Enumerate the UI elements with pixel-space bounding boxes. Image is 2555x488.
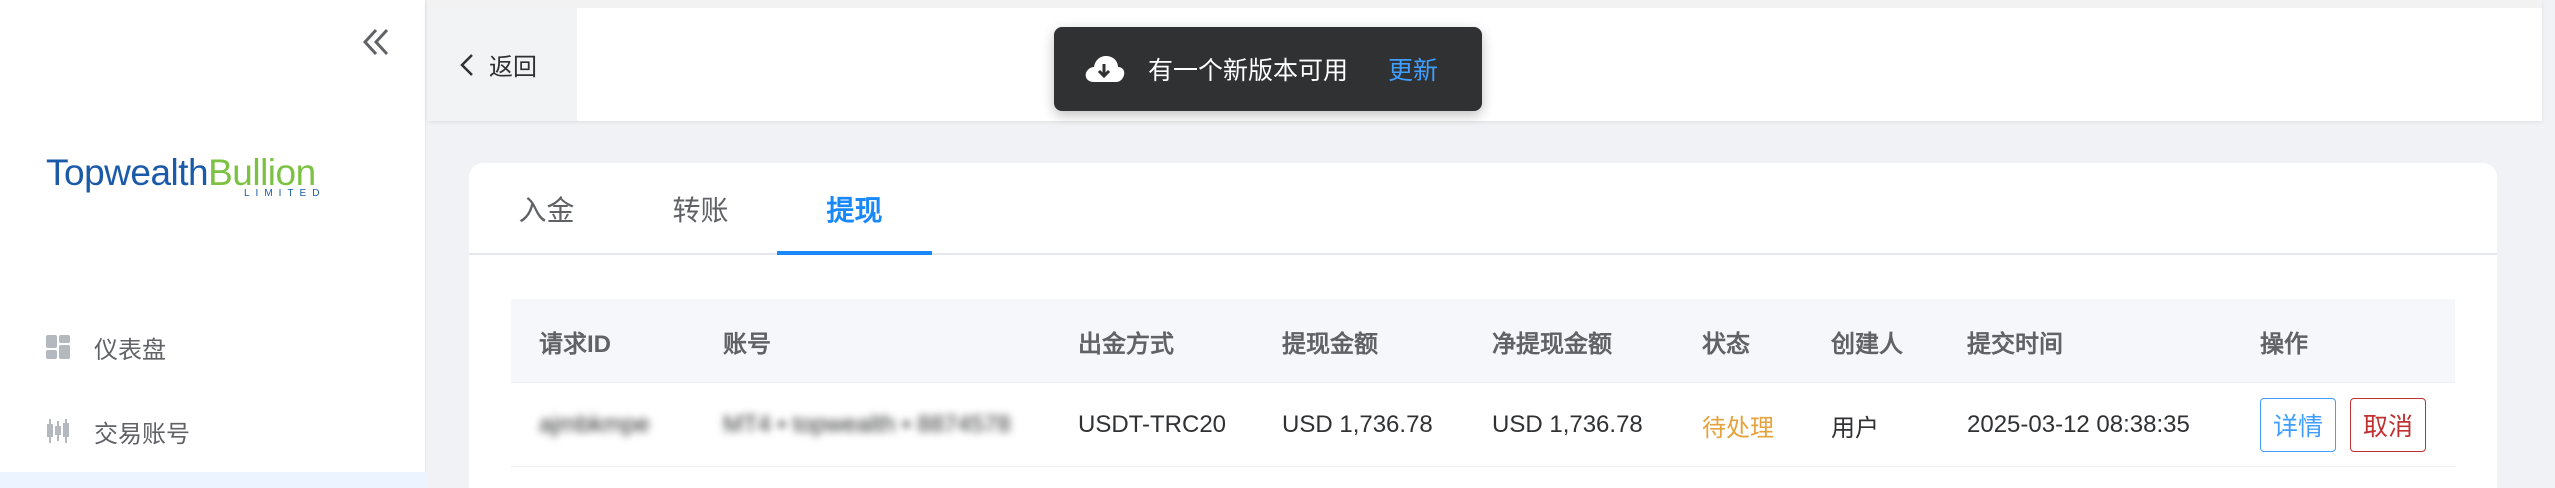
sidebar-item-active-partial[interactable] xyxy=(0,472,426,488)
column-header: 操作 xyxy=(2260,330,2308,358)
top-bar: 返回 xyxy=(427,0,2542,121)
status-badge: 待处理 xyxy=(1702,414,1774,442)
double-chevron-left-icon xyxy=(362,28,389,56)
brand-logo: TopwealthBullion LIMITED xyxy=(46,152,346,212)
amount-cell: USD 1,736.78 xyxy=(1282,411,1433,438)
cancel-button[interactable]: 取消 xyxy=(2350,398,2427,452)
candlestick-icon xyxy=(47,419,69,443)
back-label: 返回 xyxy=(489,54,537,81)
tab-deposit[interactable]: 入金 xyxy=(469,163,624,255)
column-header: 出金方式 xyxy=(1078,330,1174,358)
logo-text-bullion: Bullion xyxy=(208,152,316,193)
sidebar: TopwealthBullion LIMITED 仪表盘 交易账号 xyxy=(0,0,426,488)
logo-subtitle: LIMITED xyxy=(244,188,326,199)
collapse-sidebar-button[interactable] xyxy=(356,22,396,62)
column-header: 状态 xyxy=(1702,330,1750,358)
sidebar-item-trading-accounts[interactable]: 交易账号 xyxy=(0,395,426,467)
back-button[interactable]: 返回 xyxy=(427,8,577,121)
withdrawal-table: 请求ID 账号 出金方式 提现金额 净提现金额 状态 创建人 提交时间 操作 a… xyxy=(511,299,2455,467)
update-available-toast: 有一个新版本可用 更新 xyxy=(1054,27,1482,111)
sidebar-item-label: 交易账号 xyxy=(94,420,190,448)
creator-cell: 用户 xyxy=(1831,414,1879,442)
column-header: 提现金额 xyxy=(1282,330,1378,358)
sidebar-item-label: 仪表盘 xyxy=(94,336,166,364)
cloud-download-icon xyxy=(1085,56,1125,82)
column-header: 账号 xyxy=(723,330,771,358)
table-header: 请求ID 账号 出金方式 提现金额 净提现金额 状态 创建人 提交时间 操作 xyxy=(511,299,2455,383)
update-link[interactable]: 更新 xyxy=(1388,51,1438,87)
method-cell: USDT-TRC20 xyxy=(1078,411,1227,438)
column-header: 请求ID xyxy=(539,330,611,358)
table-row: ajmbkmpe MT4 • topwealth • 8874578 USDT-… xyxy=(511,383,2455,467)
funds-tabs: 入金 转账 提现 xyxy=(469,163,2497,255)
tab-withdraw[interactable]: 提现 xyxy=(777,163,932,255)
dashboard-icon xyxy=(46,335,70,359)
column-header: 创建人 xyxy=(1831,330,1903,358)
funds-card: 入金 转账 提现 请求ID 账号 出金方式 提现金额 净提现金额 状态 创建人 … xyxy=(469,163,2497,488)
request-id-cell: ajmbkmpe xyxy=(539,411,650,438)
account-cell: MT4 • topwealth • 8874578 xyxy=(723,411,1011,438)
active-tab-indicator xyxy=(777,251,932,255)
chevron-left-icon xyxy=(460,53,473,76)
toast-message: 有一个新版本可用 xyxy=(1148,57,1349,85)
actions-cell: 详情 取消 xyxy=(2260,383,2427,467)
detail-button[interactable]: 详情 xyxy=(2260,398,2337,452)
net-amount-cell: USD 1,736.78 xyxy=(1492,411,1643,438)
column-header: 净提现金额 xyxy=(1492,330,1612,358)
column-header: 提交时间 xyxy=(1967,330,2063,358)
submitted-time-cell: 2025-03-12 08:38:35 xyxy=(1967,411,2190,438)
logo-text-topwealth: Topwealth xyxy=(46,152,209,193)
sidebar-item-dashboard[interactable]: 仪表盘 xyxy=(0,311,426,383)
tab-transfer[interactable]: 转账 xyxy=(623,163,778,255)
